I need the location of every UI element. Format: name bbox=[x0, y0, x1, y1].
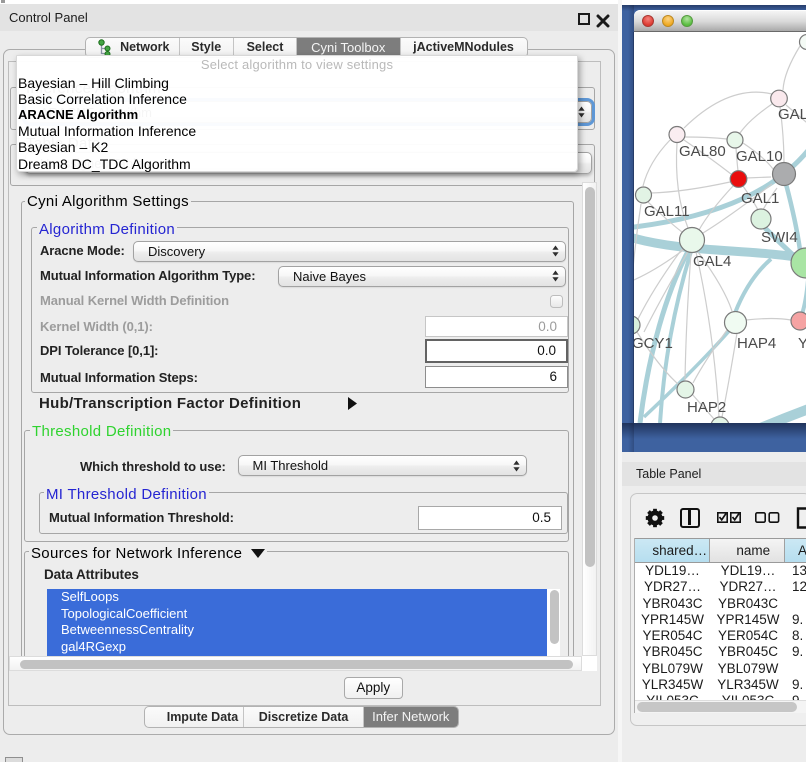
svg-text:GAL11: GAL11 bbox=[644, 203, 690, 220]
svg-text:GAL1: GAL1 bbox=[741, 190, 779, 207]
svg-text:GAL10: GAL10 bbox=[736, 148, 783, 165]
svg-text:SWI4: SWI4 bbox=[761, 229, 798, 246]
svg-text:GAL80: GAL80 bbox=[679, 143, 726, 160]
svg-text:GCY1: GCY1 bbox=[634, 335, 673, 352]
svg-text:GAL4: GAL4 bbox=[693, 253, 731, 270]
svg-text:HAP2: HAP2 bbox=[687, 399, 726, 416]
svg-text:YE: YE bbox=[798, 335, 806, 352]
svg-text:GAL2: GAL2 bbox=[778, 106, 806, 123]
svg-text:HAP4: HAP4 bbox=[737, 335, 776, 352]
